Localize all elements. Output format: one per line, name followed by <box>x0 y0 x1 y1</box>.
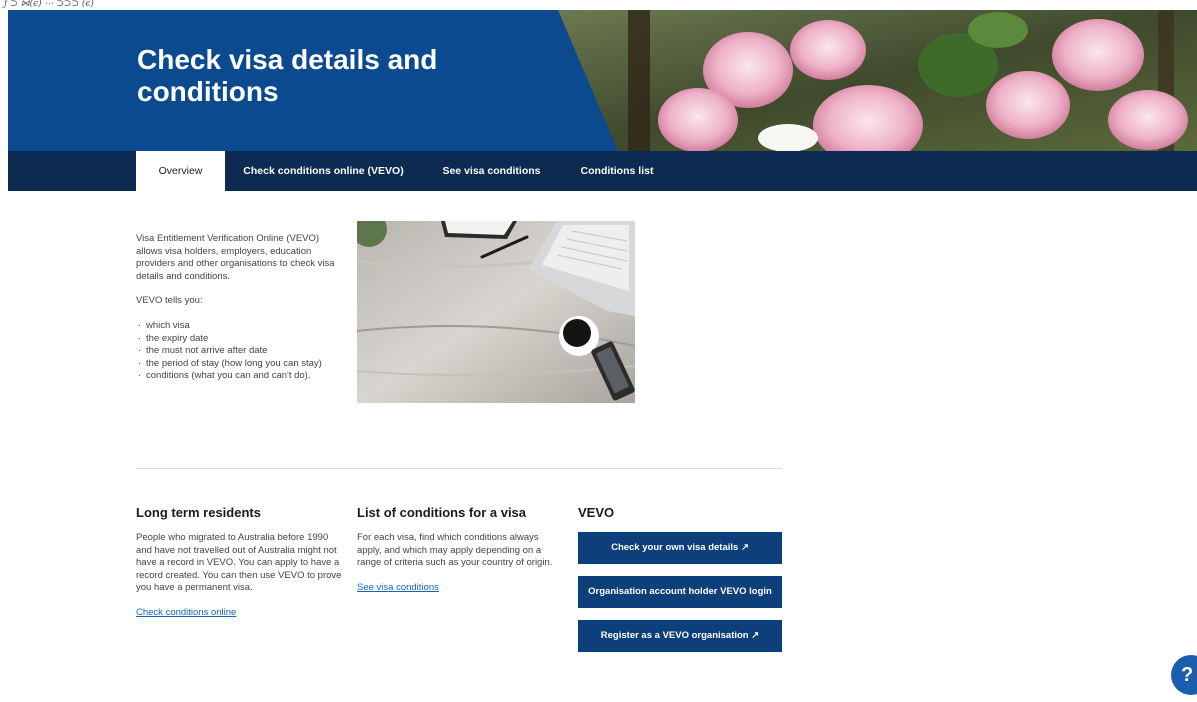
conditions-list-section: List of conditions for a visa For each v… <box>357 505 563 595</box>
intro-section: Visa Entitlement Verification Online (VE… <box>136 233 342 383</box>
long-term-residents-body: People who migrated to Australia before … <box>136 532 342 594</box>
tab-check-conditions-online[interactable]: Check conditions online (VEVO) <box>225 151 422 191</box>
vevo-list: which visa the expiry date the must not … <box>136 320 342 383</box>
conditions-list-body: For each visa, find which conditions alw… <box>357 532 553 569</box>
organisation-login-button[interactable]: Organisation account holder VEVO login <box>578 576 782 608</box>
desk-photo <box>357 221 635 403</box>
long-term-residents-section: Long term residents People who migrated … <box>136 505 342 620</box>
hero-banner: Check visa details and conditions <box>8 10 1197 151</box>
list-item: the expiry date <box>136 333 342 346</box>
help-button[interactable]: ? <box>1171 655 1197 695</box>
register-organisation-button[interactable]: Register as a VEVO organisation ↗ <box>578 620 782 652</box>
long-term-residents-heading: Long term residents <box>136 505 261 520</box>
list-item: the period of stay (how long you can sta… <box>136 358 342 371</box>
check-own-visa-button[interactable]: Check your own visa details ↗ <box>578 532 782 564</box>
conditions-list-heading: List of conditions for a visa <box>357 505 527 520</box>
intro-paragraph: Visa Entitlement Verification Online (VE… <box>136 233 335 282</box>
tab-see-visa-conditions[interactable]: See visa conditions <box>422 151 561 191</box>
tab-overview[interactable]: Overview <box>136 151 225 191</box>
tab-bar: Overview Check conditions online (VEVO) … <box>8 151 1197 191</box>
page-title: Check visa details and conditions <box>137 44 438 107</box>
intro-lead: VEVO tells you: <box>136 295 203 307</box>
tab-conditions-list[interactable]: Conditions list <box>561 151 673 191</box>
list-item: the must not arrive after date <box>136 345 342 358</box>
see-visa-conditions-link[interactable]: See visa conditions <box>357 582 439 593</box>
list-item: conditions (what you can and can't do). <box>136 370 342 383</box>
check-conditions-online-link[interactable]: Check conditions online <box>136 607 236 618</box>
vevo-heading: VEVO <box>578 505 615 520</box>
vevo-section: VEVO Check your own visa details ↗ Organ… <box>578 505 782 664</box>
list-item: which visa <box>136 320 342 333</box>
section-divider <box>136 468 782 469</box>
top-cropped-text: ƒ ⊃ ⋈(ϵ) ⋯ ⊃⊃⊃ (ϵ) <box>4 0 94 9</box>
